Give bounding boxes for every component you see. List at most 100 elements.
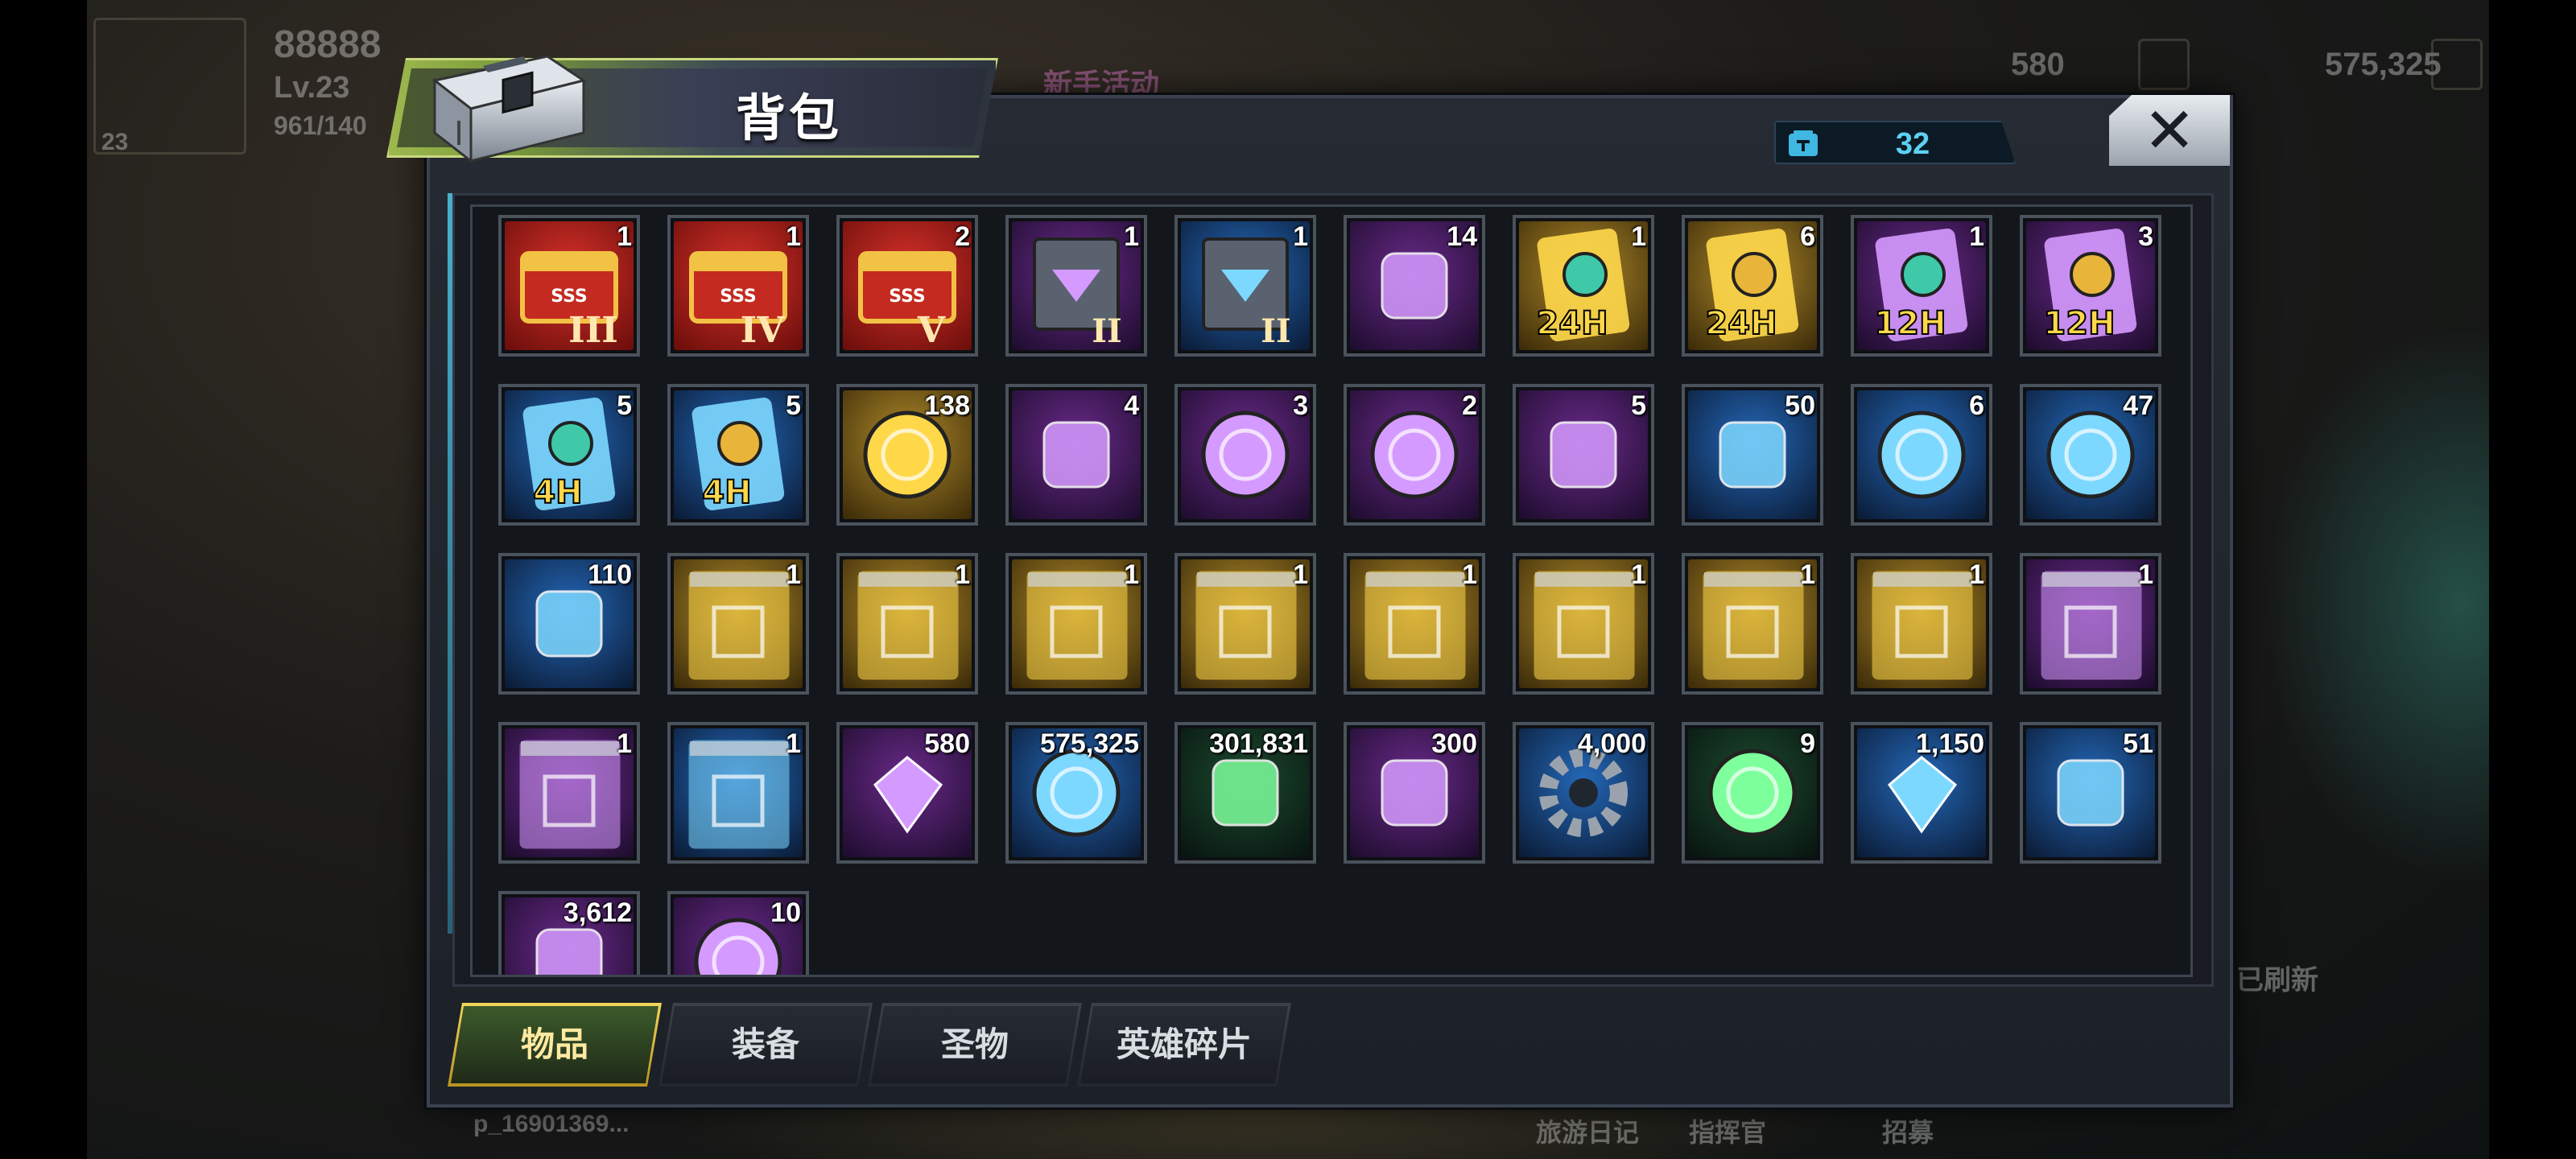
resource-1: 580	[2011, 47, 2065, 82]
svg-text:24H: 24H	[1705, 305, 1777, 342]
tab-relics[interactable]: 圣物	[868, 1003, 1082, 1087]
item-slot[interactable]: 300	[1344, 722, 1485, 864]
tab-hero-shards[interactable]: 英雄碎片	[1077, 1003, 1291, 1087]
item-slot[interactable]: II 1	[1005, 215, 1147, 357]
item-quantity: 47	[2123, 390, 2153, 421]
item-slot[interactable]: 4,000	[1513, 722, 1654, 864]
item-quantity: 1	[617, 728, 632, 759]
item-slot[interactable]: 1	[1344, 553, 1485, 695]
item-quantity: 3,612	[563, 897, 632, 928]
item-slot[interactable]: 1	[1682, 553, 1823, 695]
item-quantity: 1	[1800, 559, 1815, 590]
item-slot[interactable]: 47	[2020, 384, 2161, 526]
item-quantity: 51	[2123, 728, 2153, 759]
item-slot[interactable]: 6	[1851, 384, 1992, 526]
item-slot[interactable]: 3,612	[498, 891, 640, 975]
item-quantity: 1	[1124, 221, 1139, 252]
purple-blueprint-revolver-icon	[2026, 559, 2155, 688]
item-slot[interactable]: 1	[1005, 553, 1147, 695]
bottom-btn-1: 旅游日记	[1536, 1118, 1640, 1147]
item-slot[interactable]: 580	[836, 722, 978, 864]
item-quantity: 14	[1447, 221, 1477, 252]
purple-blueprint-swords-icon	[505, 728, 634, 857]
item-quantity: 1	[786, 728, 801, 759]
film-reel-icon	[1012, 390, 1141, 519]
svg-text:V: V	[917, 310, 946, 350]
svg-text:IV: IV	[741, 310, 786, 350]
purple-supply-box-II-icon: II	[1012, 221, 1141, 350]
item-slot[interactable]: 12H 1	[1851, 215, 1992, 357]
item-slot[interactable]: 4H 5	[667, 384, 809, 526]
item-slot[interactable]: 1	[667, 722, 809, 864]
item-slot[interactable]: SSS V2	[836, 215, 978, 357]
item-slot[interactable]: 12H 3	[2020, 215, 2161, 357]
svg-text:SSS: SSS	[889, 287, 926, 307]
item-slot[interactable]: II 1	[1174, 215, 1316, 357]
item-slot[interactable]: 1	[1174, 553, 1316, 695]
item-slot[interactable]: 1	[836, 553, 978, 695]
item-slot[interactable]: 1,150	[1851, 722, 1992, 864]
item-quantity: 1	[1293, 559, 1308, 590]
item-quantity: 1	[1631, 221, 1646, 252]
item-slot[interactable]: 1	[1513, 553, 1654, 695]
item-slot[interactable]: 51	[2020, 722, 2161, 864]
tab-relics-label: 圣物	[940, 1025, 1009, 1063]
bag-capacity-icon	[1789, 130, 1818, 156]
bottom-btn-3: 招募	[1882, 1118, 1934, 1147]
item-slot[interactable]: 50	[1682, 384, 1823, 526]
item-slot[interactable]: 1	[498, 722, 640, 864]
item-quantity: 4	[1124, 390, 1139, 421]
item-slot[interactable]: 1	[667, 553, 809, 695]
speedup-card-12h-gold-icon: 12H	[2026, 221, 2155, 350]
item-slot[interactable]: 14	[1344, 215, 1485, 357]
item-slot[interactable]: 2	[1344, 384, 1485, 526]
speedup-card-24h-green-icon: 24H	[1519, 221, 1648, 350]
svg-text:II: II	[1261, 312, 1290, 350]
item-quantity: 1	[786, 559, 801, 590]
item-quantity: 300	[1431, 728, 1477, 759]
item-slot[interactable]: 9	[1682, 722, 1823, 864]
item-quantity: 5	[617, 390, 632, 421]
item-slot[interactable]: 1	[2020, 553, 2161, 695]
item-slot[interactable]: 4	[1005, 384, 1147, 526]
item-slot[interactable]: SSS IV 1	[667, 215, 809, 357]
tab-equipment[interactable]: 装备	[658, 1003, 873, 1087]
spade-chip-icon	[1350, 390, 1479, 519]
item-grid: SSS III 1 SSS IV 1 SSS V2 II 1 II 1 14 24H 1 2…	[470, 204, 2193, 977]
item-slot[interactable]: 138	[836, 384, 978, 526]
bottom-btn-2: 指挥官	[1689, 1118, 1767, 1147]
item-quantity: 1	[1631, 559, 1646, 590]
svg-text:4H: 4H	[533, 474, 582, 511]
item-slot[interactable]: 1	[1851, 553, 1992, 695]
item-slot[interactable]: 301,831	[1174, 722, 1316, 864]
item-slot[interactable]: 5	[1513, 384, 1654, 526]
item-slot[interactable]: 24H 6	[1682, 215, 1823, 357]
item-slot[interactable]: 110	[498, 553, 640, 695]
close-button[interactable]: ✕	[2109, 95, 2230, 166]
item-quantity: 6	[1800, 221, 1815, 252]
tab-items[interactable]: 物品	[448, 1003, 662, 1087]
avatar-level: 23	[101, 129, 129, 155]
stopwatch-token-icon	[1857, 390, 1986, 519]
item-quantity: 4,000	[1577, 728, 1646, 759]
refresh-label: 已刷新	[2236, 965, 2318, 996]
item-slot[interactable]: 4H 5	[498, 384, 640, 526]
speedup-card-4h-gold-icon: 4H	[674, 390, 803, 519]
svg-text:24H: 24H	[1536, 305, 1608, 342]
svg-text:III: III	[568, 310, 618, 350]
item-quantity: 1	[2138, 559, 2153, 590]
item-quantity: 1	[1293, 221, 1308, 252]
gold-blueprint-hat-icon	[843, 559, 972, 688]
item-slot[interactable]: 24H 1	[1513, 215, 1654, 357]
item-slot[interactable]: 575,325	[1005, 722, 1147, 864]
item-quantity: 301,831	[1209, 728, 1308, 759]
item-slot[interactable]: 3	[1174, 384, 1316, 526]
item-slot[interactable]: 10	[667, 891, 809, 975]
player-exp: 961/140	[274, 111, 367, 140]
item-quantity: 1,150	[1915, 728, 1984, 759]
item-slot[interactable]: SSS III 1	[498, 215, 640, 357]
item-quantity: 1	[786, 221, 801, 252]
resource-2-plus	[2431, 39, 2483, 90]
gold-blueprint-shirt-icon	[1181, 559, 1310, 688]
tab-equipment-label: 装备	[731, 1025, 799, 1063]
